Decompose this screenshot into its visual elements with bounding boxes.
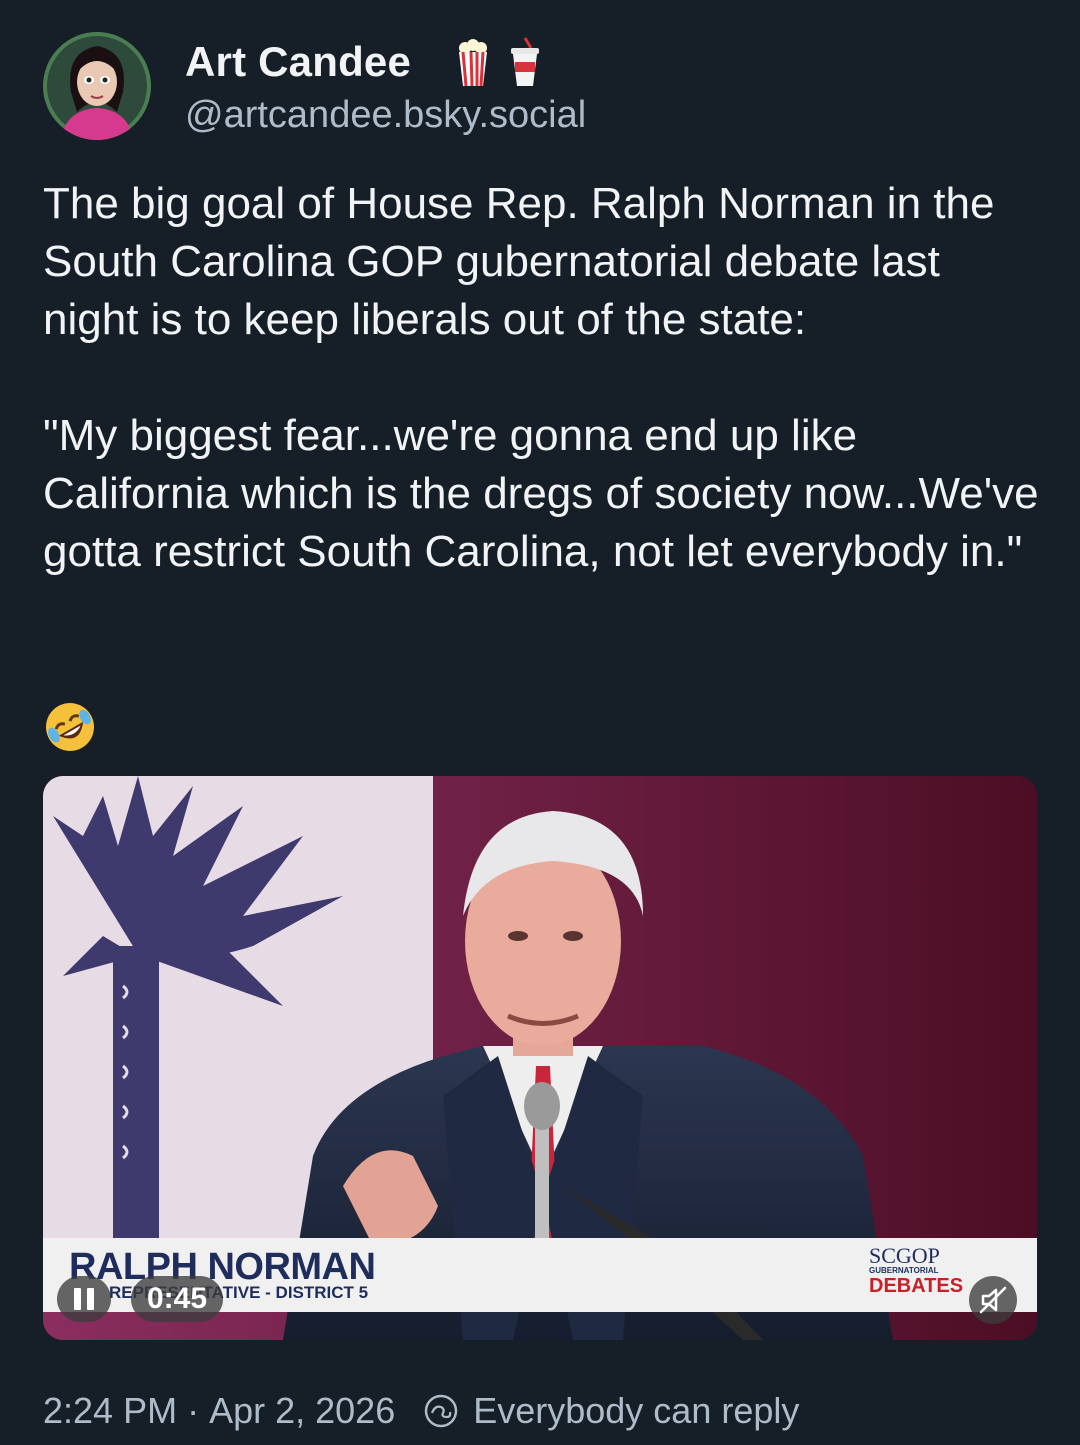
rolling-on-floor-laughing-emoji xyxy=(46,703,94,751)
post-header: Art Candee @artcandee.bsky.social xyxy=(43,32,1043,142)
video-time: 0:45 xyxy=(131,1276,224,1322)
popcorn-icon xyxy=(459,37,539,87)
reply-settings-icon xyxy=(424,1394,458,1428)
post-time[interactable]: 2:24 PM xyxy=(43,1390,177,1432)
pause-button[interactable] xyxy=(57,1276,111,1322)
post-meta: 2:24 PM · Apr 2, 2026 Everybody can repl… xyxy=(43,1386,799,1436)
meta-separator: · xyxy=(187,1390,200,1431)
post-date[interactable]: Apr 2, 2026 xyxy=(209,1390,395,1432)
muted-speaker-icon xyxy=(979,1286,1007,1314)
author-display-name[interactable]: Art Candee xyxy=(185,38,411,86)
author-handle[interactable]: @artcandee.bsky.social xyxy=(185,94,586,137)
post-body: The big goal of House Rep. Ralph Norman … xyxy=(43,175,1043,581)
soda-cup-icon xyxy=(511,37,539,86)
pause-icon xyxy=(74,1288,81,1310)
reply-setting-text[interactable]: Everybody can reply xyxy=(473,1390,799,1432)
logo-line1: SCGOP xyxy=(869,1243,940,1268)
video-player[interactable]: RALPH NORMAN REPRESENTATIVE - DISTRICT 5… xyxy=(43,776,1037,1340)
mute-button[interactable] xyxy=(969,1276,1017,1324)
post-paragraph: The big goal of House Rep. Ralph Norman … xyxy=(43,179,995,344)
author-avatar[interactable] xyxy=(43,32,151,140)
post-paragraph: "My biggest fear...we're gonna end up li… xyxy=(43,411,1039,576)
